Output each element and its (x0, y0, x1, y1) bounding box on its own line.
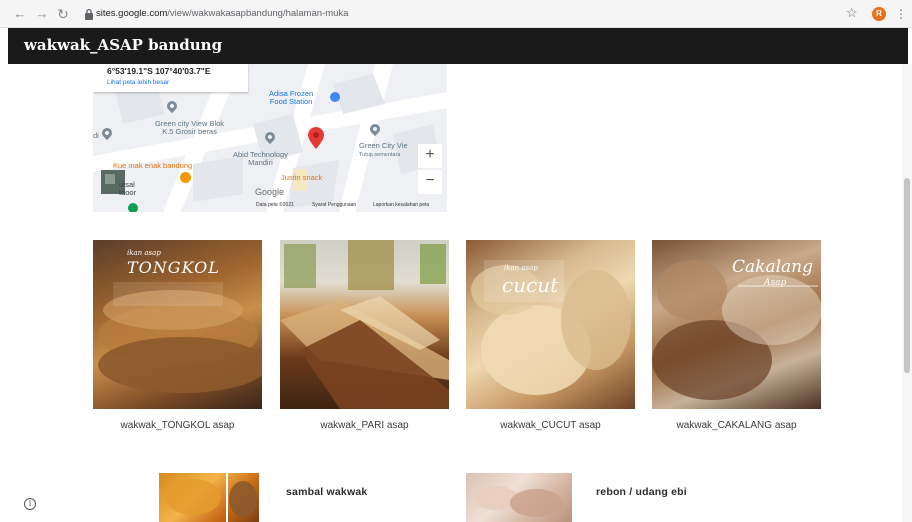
product-caption[interactable]: wakwak_TONGKOL asap (93, 420, 262, 431)
sambal-wakwak-image[interactable] (159, 473, 259, 522)
product-caption[interactable]: wakwak_PARI asap (280, 420, 449, 431)
map-label-kue: Kue mak enak bandung (113, 161, 193, 170)
map-label-futsal: utsal tdoor (119, 180, 137, 197)
product-title[interactable]: sambal wakwak (286, 486, 367, 498)
browser-toolbar: ← → ↻ sites.google.com/view/wakwakasapba… (0, 0, 912, 28)
map-label-adisa: Adisa Frozen Food Station (269, 89, 314, 106)
rebon-image[interactable] (466, 473, 572, 522)
product-image-cakalang[interactable]: Cakalang Asap (652, 240, 821, 409)
lock-icon (85, 8, 93, 20)
map-label-abid: Abid Technology Mandiri (233, 150, 288, 167)
tile-overlay-title: Cakalang (732, 257, 813, 277)
tile-overlay-small: ikan asap (504, 264, 538, 272)
map-label-closed: Tutup sementara (359, 152, 401, 158)
map-report-link[interactable]: Laporkan kesalahan peta (373, 202, 429, 208)
zoom-in-button[interactable]: + (418, 144, 442, 168)
fish-photo (471, 260, 631, 395)
back-icon[interactable]: ← (12, 6, 28, 22)
map-info-card: 6°53'19.1"S 107°40'03.7"E Lihat peta leb… (93, 64, 248, 92)
info-icon[interactable]: i (24, 498, 36, 510)
zoom-out-button[interactable]: − (418, 170, 442, 194)
food-photo (474, 486, 562, 517)
product-caption[interactable]: wakwak_CUCUT asap (466, 420, 635, 431)
browser-menu-icon[interactable]: ⋮ (895, 6, 907, 22)
product-image-pari[interactable] (280, 240, 449, 409)
bookmark-star-icon[interactable]: ☆ (846, 5, 858, 21)
product-caption[interactable]: wakwak_CAKALANG asap (652, 420, 821, 431)
scrollbar-thumb[interactable] (904, 178, 910, 373)
map-label-green-city: Green city View Blok K.5 Grosir beras (155, 119, 225, 136)
url-text: sites.google.com/view/wakwakasapbandung/… (96, 8, 349, 19)
map-label-green-city-right: Green City Vie (359, 141, 408, 150)
profile-avatar[interactable]: R (872, 7, 886, 21)
park-icon (128, 203, 138, 212)
address-bar[interactable]: sites.google.com/view/wakwakasapbandung/… (74, 5, 854, 24)
restaurant-icon (180, 172, 191, 183)
map-coordinates: 6°53'19.1"S 107°40'03.7"E (107, 66, 211, 76)
map-label-justin: Justin snack (281, 173, 323, 182)
product-title[interactable]: rebon / udang ebi (596, 486, 687, 498)
map-data-credit: Data peta ©2021 (256, 202, 294, 208)
map-terms-link[interactable]: Syarat Penggunaan (312, 202, 356, 208)
forward-icon[interactable]: → (34, 6, 50, 22)
tile-overlay-small: Asap (764, 278, 787, 288)
location-pin-icon (308, 127, 324, 149)
larger-map-link[interactable]: Lihat peta lebih besar (107, 79, 169, 86)
reload-icon[interactable]: ↻ (55, 6, 71, 22)
product-image-tongkol[interactable]: ikan asap TONGKOL (93, 240, 262, 409)
tile-overlay-small: ikan asap (127, 249, 161, 257)
site-header: wakwak_ASAP bandung (8, 28, 908, 64)
tile-overlay-title: cucut (502, 273, 559, 297)
food-photo (165, 479, 257, 517)
map-label-left-edge: di (93, 131, 99, 140)
site-title[interactable]: wakwak_ASAP bandung (24, 36, 222, 54)
fish-photo (280, 240, 449, 409)
shop-icon (330, 92, 340, 102)
google-logo: Google (255, 187, 285, 197)
tile-overlay-title: TONGKOL (127, 258, 220, 277)
product-image-cucut[interactable]: ikan asap cucut (466, 240, 635, 409)
embedded-map[interactable]: 6°53'19.1"S 107°40'03.7"E Lihat peta leb… (93, 64, 447, 212)
